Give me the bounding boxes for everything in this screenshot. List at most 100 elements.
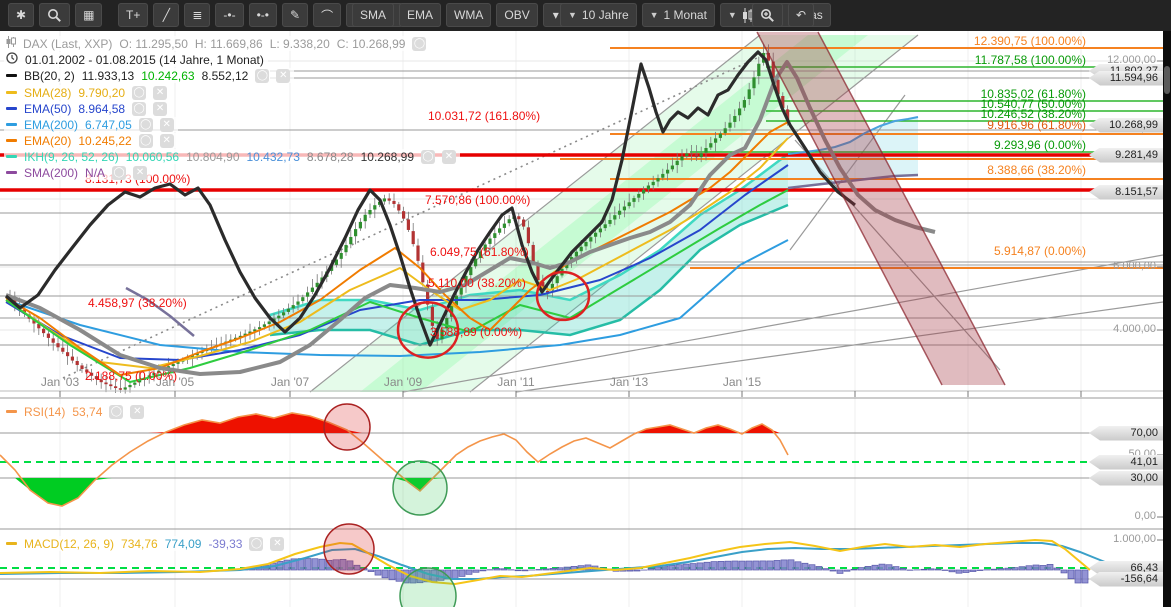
price-tag: 10.268,99 <box>1089 117 1163 133</box>
fibonacci-tool-button[interactable]: ≣ <box>184 3 211 27</box>
legend-text: IKH(9, 26, 52, 26) <box>24 149 119 164</box>
fib-level-label: 8.388,66 (38.20%) <box>987 163 1086 177</box>
legend-text: MACD(12, 26, 9) <box>24 536 115 551</box>
legend-text: O: 11.295,50 <box>119 36 188 51</box>
fib-level-label: 5.110,00 (38.20%) <box>428 276 526 290</box>
obv-button[interactable]: OBV <box>496 3 538 27</box>
legend-row: SMA(28) 9.790,20 ◯ ✕ <box>4 85 172 100</box>
draw-tool-button[interactable]: ✎ <box>282 3 309 27</box>
y-axis-label: 1.000,00 <box>1113 533 1156 545</box>
interval-dropdown[interactable]: ▼ 1 Monat <box>641 3 715 27</box>
legend-close-button[interactable]: ✕ <box>153 101 168 116</box>
price-tag: 70,00 <box>1089 425 1163 441</box>
fib-level-label: 9.916,96 (61.80%) <box>987 118 1086 132</box>
legend-text: EMA(200) <box>24 117 79 132</box>
legend-color-swatch <box>6 123 17 126</box>
legend-settings-button[interactable]: ◯ <box>109 404 124 419</box>
legend-color-swatch <box>6 107 17 110</box>
legend-text: SMA(200) <box>24 165 79 180</box>
legend-text: N/A <box>85 165 106 180</box>
legend-settings-button[interactable]: ◯ <box>421 149 435 164</box>
legend-text: RSI(14) <box>24 404 66 419</box>
legend-settings-button[interactable]: ◯ <box>138 117 153 132</box>
toolbar: ✱▦T+╱≣-•-•-•✎⌒⇥▾SMAEMAWMAOBV▾▼10 Jahre▼1… <box>0 0 1171 31</box>
legend-text: 9.790,20 <box>78 85 126 100</box>
legend-text: 53,74 <box>72 404 103 419</box>
fib-level-label: 6.049,75 (61.80%) <box>430 245 529 259</box>
legend-text: 10.804,90 <box>186 149 240 164</box>
x-axis-label: Jan '11 <box>497 375 535 389</box>
settings-icon-button[interactable]: ✱ <box>8 3 35 27</box>
legend-row: DAX (Last, XXP) O: 11.295,50 H: 11.669,86 L… <box>4 36 431 51</box>
legend-text: 10.060,56 <box>125 149 180 164</box>
candle-icon <box>6 36 16 51</box>
legend-color-swatch <box>6 139 17 142</box>
legend-close-button[interactable]: ✕ <box>153 85 168 100</box>
toolbar-group: ✱ ▦ <box>8 3 103 27</box>
legend-text: 734,76 <box>121 536 158 551</box>
legend-row: EMA(200) 6.747,05 ◯ ✕ <box>4 117 178 132</box>
price-tag: 11.594,96 <box>1089 70 1163 86</box>
x-axis-label: Jan '09 <box>383 375 423 389</box>
search-button[interactable] <box>39 3 71 27</box>
scrollbar-thumb[interactable] <box>1164 66 1170 94</box>
legend-text: 8.552,12 <box>201 68 249 83</box>
legend-row: IKH(9, 26, 52, 26) 10.060,56 10.804,90 10.4… <box>4 149 460 164</box>
points-line-tool-button[interactable]: •-• <box>248 3 278 27</box>
charting-application: ✱▦T+╱≣-•-•-•✎⌒⇥▾SMAEMAWMAOBV▾▼10 Jahre▼1… <box>0 0 1171 607</box>
legend-close-button[interactable]: ✕ <box>270 536 285 551</box>
legend-text: L: 9.338,20 <box>269 36 330 51</box>
legend-text: 01.01.2002 - 01.08.2015 (14 Jahre, 1 Mon… <box>25 52 264 67</box>
legend-text: EMA(20) <box>24 133 72 148</box>
legend-text: BB(20, 2) <box>24 68 75 83</box>
legend-close-button[interactable]: ✕ <box>133 165 148 180</box>
legend-settings-button[interactable]: ◯ <box>132 85 147 100</box>
fib-level-label: 5.914,87 (0.00%) <box>993 244 1086 258</box>
text-tool-button[interactable]: T+ <box>118 3 149 27</box>
ema-button[interactable]: EMA <box>399 3 442 27</box>
y-axis-label: 6.000,00 <box>1113 260 1156 272</box>
legend-color-swatch <box>6 171 17 174</box>
legend-close-button[interactable]: ✕ <box>276 68 291 83</box>
legend-close-button[interactable]: ✕ <box>159 117 174 132</box>
legend-row: MACD(12, 26, 9) 734,76 774,09 -39,33 ◯ ✕ <box>4 536 289 551</box>
legend-text: 10.245,22 <box>78 133 132 148</box>
legend-settings-button[interactable]: ◯ <box>112 165 127 180</box>
legend-settings-button[interactable]: ◯ <box>138 133 153 148</box>
legend-text: 10.268,99 <box>360 149 414 164</box>
trendline-tool-button[interactable]: ╱ <box>153 3 180 27</box>
legend-text: -39,33 <box>208 536 243 551</box>
legend-close-button[interactable]: ✕ <box>159 133 174 148</box>
x-axis-label: Jan '07 <box>270 375 310 389</box>
legend-row: 01.01.2002 - 01.08.2015 (14 Jahre, 1 Mon… <box>4 52 268 67</box>
fib-level-label: 3.588,89 (0.00%) <box>430 325 523 339</box>
layout-grid-button[interactable]: ▦ <box>75 3 103 27</box>
legend-close-button[interactable]: ✕ <box>130 404 145 419</box>
wma-button[interactable]: WMA <box>446 3 492 27</box>
legend-text: 8.964,58 <box>78 101 126 116</box>
price-tag: 41,01 <box>1089 454 1163 470</box>
legend-close-button[interactable]: ✕ <box>442 149 456 164</box>
legend-settings-button[interactable]: ◯ <box>255 68 270 83</box>
legend-settings-button[interactable]: ◯ <box>249 536 264 551</box>
legend-text: 10.242,63 <box>141 68 195 83</box>
clock-icon <box>6 52 18 67</box>
horizontal-line-tool-button[interactable]: -•- <box>215 3 244 27</box>
legend-color-swatch <box>6 155 17 158</box>
legend-text: 8.678,28 <box>306 149 354 164</box>
legend-text: H: 11.669,86 <box>194 36 263 51</box>
legend-color-swatch <box>6 410 17 413</box>
arc-tool-button[interactable]: ⌒ <box>313 3 342 27</box>
zoom-button[interactable] <box>752 3 783 27</box>
fib-level-label: 9.293,96 (0.00%) <box>993 138 1086 152</box>
legend-color-swatch <box>6 542 17 545</box>
legend-settings-button[interactable]: ◯ <box>132 101 147 116</box>
legend-text: C: 10.268,99 <box>336 36 406 51</box>
range-dropdown[interactable]: ▼ 10 Jahre <box>560 3 637 27</box>
legend-settings-button[interactable]: ◯ <box>412 36 427 51</box>
undo-button[interactable]: ↶ <box>788 3 815 27</box>
legend-text: DAX (Last, XXP) <box>23 36 113 51</box>
sma-button[interactable]: SMA <box>352 3 395 27</box>
legend-text: 6.747,05 <box>85 117 132 132</box>
legend-text: 10.432,73 <box>246 149 300 164</box>
